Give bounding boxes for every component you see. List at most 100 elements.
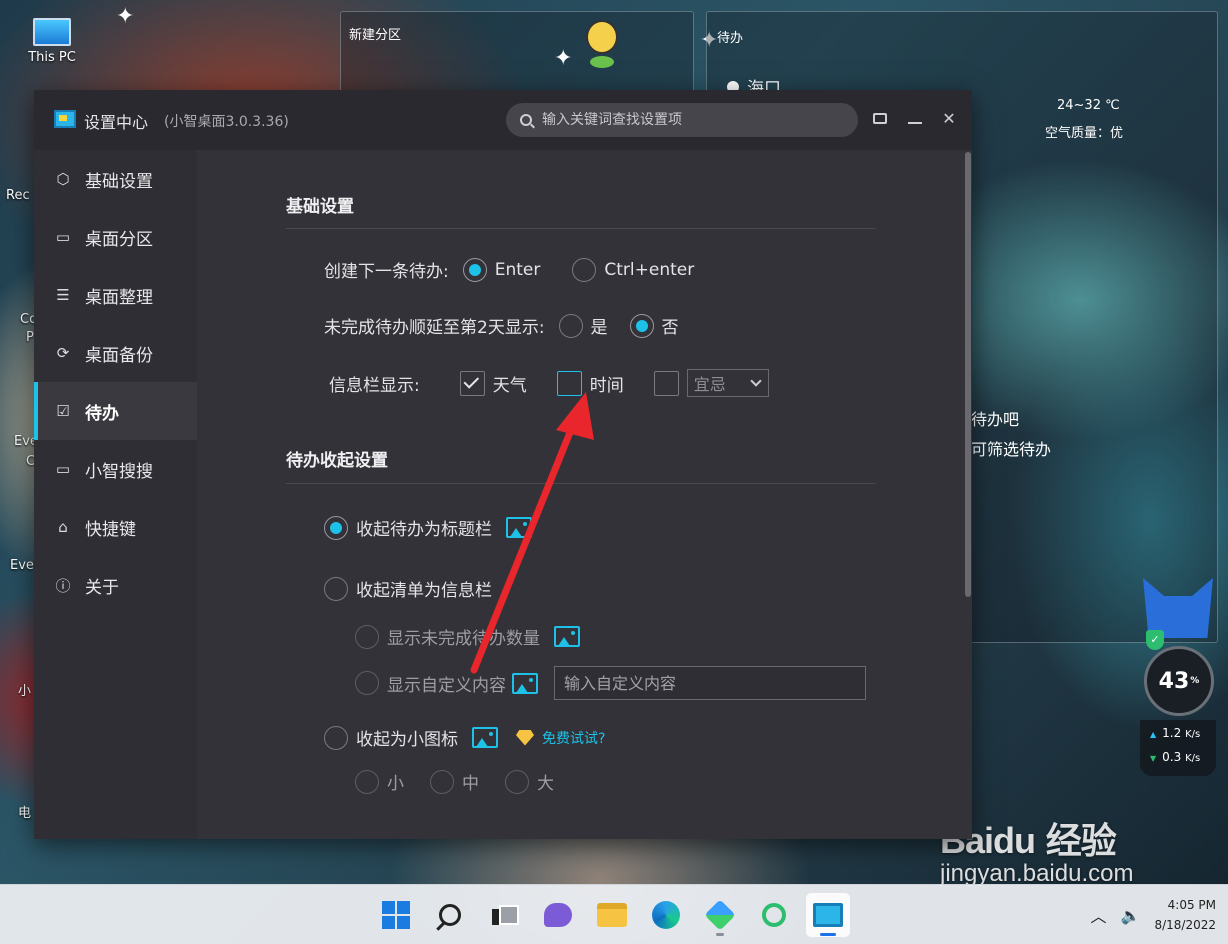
- chat-icon: [544, 903, 572, 927]
- sidebar-item-partition[interactable]: ▭ 桌面分区: [34, 208, 197, 266]
- radio-show-count-label[interactable]: 显示未完成待办数量: [387, 624, 540, 649]
- checkbox-time-label[interactable]: 时间: [590, 371, 624, 396]
- monitor-icon: ▭: [55, 228, 71, 246]
- icon-size-row: 小 中 大: [355, 769, 554, 794]
- radio-ctrl-enter-label[interactable]: Ctrl+enter: [604, 260, 694, 280]
- sidebar-item-basic[interactable]: ⬡ 基础设置: [34, 150, 197, 208]
- checkbox-almanac[interactable]: [653, 370, 679, 396]
- chevron-up-icon[interactable]: ︿: [1091, 903, 1107, 927]
- minimize-button[interactable]: [904, 108, 926, 130]
- sidebar-item-backup[interactable]: ⟳ 桌面备份: [34, 324, 197, 382]
- app-diamond-button[interactable]: [698, 893, 742, 937]
- radio-ctrl-enter[interactable]: [572, 257, 597, 282]
- image-preview-icon[interactable]: [506, 517, 532, 538]
- custom-content-input[interactable]: [554, 666, 866, 700]
- todo-hint-text: 待办吧: [971, 410, 1020, 429]
- app-ring-button[interactable]: [752, 893, 796, 937]
- scrollbar[interactable]: [964, 150, 972, 839]
- collapse-infobar-row: 收起清单为信息栏: [324, 576, 492, 601]
- checkbox-time[interactable]: [556, 370, 582, 396]
- radio-show-count[interactable]: [355, 624, 379, 649]
- app-ring-icon: [762, 903, 786, 927]
- radio-size-medium[interactable]: [430, 769, 454, 794]
- divider: [286, 228, 876, 229]
- sidebar-item-search[interactable]: ▭ 小智搜搜: [34, 440, 197, 498]
- download-arrow-icon: ▼: [1150, 754, 1157, 763]
- fence-new-partition[interactable]: 新建分区: [340, 11, 694, 101]
- radio-defer-yes[interactable]: [558, 313, 583, 338]
- close-button[interactable]: ✕: [938, 108, 960, 130]
- taskbar: ︿ 🔈 4:05 PM 8/18/2022: [0, 884, 1228, 944]
- search-button[interactable]: [428, 893, 472, 937]
- checkbox-weather-label[interactable]: 天气: [493, 371, 527, 396]
- radio-defer-yes-label[interactable]: 是: [591, 313, 608, 338]
- app-diamond-icon: [704, 899, 736, 931]
- sidebar-item-label: 桌面整理: [85, 287, 153, 308]
- free-trial-link[interactable]: 免费试试?: [542, 728, 605, 748]
- radio-collapse-titlebar-label[interactable]: 收起待办为标题栏: [356, 515, 492, 540]
- list-icon: ☰: [56, 286, 70, 304]
- info-icon: ⓘ: [55, 576, 71, 595]
- radio-show-custom[interactable]: [355, 671, 379, 695]
- fence-title: 新建分区: [349, 28, 402, 43]
- xiaozhi-desktop-icon: [813, 903, 843, 927]
- scrollbar-thumb[interactable]: [965, 152, 971, 597]
- radio-collapse-icon[interactable]: [324, 725, 348, 750]
- radio-show-custom-label[interactable]: 显示自定义内容: [387, 671, 506, 696]
- settings-search[interactable]: [506, 103, 858, 137]
- image-preview-icon[interactable]: [472, 727, 498, 748]
- sparkle-decoration: ✦: [554, 46, 573, 71]
- radio-defer-no[interactable]: [629, 313, 654, 338]
- sparkle-decoration: ✦: [116, 4, 135, 29]
- task-view-button[interactable]: [482, 893, 526, 937]
- network-speeds: ▲ 1.2 K/s ▼ 0.3 K/s: [1140, 720, 1216, 776]
- shield-check-icon: ✓: [1146, 630, 1164, 650]
- desktop-icon-label[interactable]: Eve: [10, 558, 34, 573]
- desktop-icon-label[interactable]: Rec: [6, 188, 30, 203]
- radio-size-small-label[interactable]: 小: [387, 769, 404, 794]
- sidebar-item-shortcuts[interactable]: ⌂ 快捷键: [34, 498, 197, 556]
- radio-size-large[interactable]: [505, 769, 529, 794]
- vip-gem-icon: [516, 729, 534, 746]
- this-pc-desktop-icon[interactable]: This PC: [22, 18, 82, 65]
- weather-air-quality: 空气质量：优: [1045, 126, 1124, 141]
- radio-size-small[interactable]: [355, 769, 379, 794]
- start-button[interactable]: [374, 893, 418, 937]
- this-pc-label: This PC: [28, 50, 76, 65]
- almanac-select[interactable]: 宜忌: [686, 369, 769, 397]
- radio-collapse-infobar[interactable]: [324, 576, 348, 601]
- radio-size-medium-label[interactable]: 中: [462, 769, 479, 794]
- radio-defer-no-label[interactable]: 否: [662, 313, 679, 338]
- sidebar-item-organize[interactable]: ☰ 桌面整理: [34, 266, 197, 324]
- radio-enter-label[interactable]: Enter: [495, 260, 541, 280]
- radio-collapse-icon-label[interactable]: 收起为小图标: [356, 725, 458, 750]
- chat-button[interactable]: [536, 893, 580, 937]
- volume-icon[interactable]: 🔈: [1121, 906, 1141, 925]
- settings-search-input[interactable]: [542, 112, 832, 128]
- xiaozhi-desktop-button[interactable]: [806, 893, 850, 937]
- feedback-button[interactable]: [869, 108, 891, 130]
- file-explorer-icon: [597, 903, 627, 927]
- clock[interactable]: 4:05 PM 8/18/2022: [1154, 895, 1216, 935]
- radio-collapse-infobar-label[interactable]: 收起清单为信息栏: [356, 576, 492, 601]
- collapse-titlebar-row: 收起待办为标题栏: [324, 515, 532, 540]
- file-explorer-button[interactable]: [590, 893, 634, 937]
- desktop-icon-label[interactable]: 小: [18, 680, 31, 699]
- edge-button[interactable]: [644, 893, 688, 937]
- image-preview-icon[interactable]: [512, 672, 538, 694]
- defer-todo-row: 未完成待办顺延至第2天显示: 是 否: [324, 313, 679, 338]
- sidebar-item-todo[interactable]: ☑ 待办: [34, 382, 197, 440]
- image-preview-icon[interactable]: [554, 626, 580, 647]
- running-indicator: [820, 933, 836, 936]
- network-monitor-widget[interactable]: ✓ 43% ▲ 1.2 K/s ▼ 0.3 K/s: [1140, 578, 1216, 776]
- radio-size-large-label[interactable]: 大: [537, 769, 554, 794]
- checkbox-weather[interactable]: [459, 370, 485, 396]
- title-bar[interactable]: 设置中心 (小智桌面3.0.3.36) ✕: [34, 90, 972, 150]
- desktop-icon-label[interactable]: 电: [18, 802, 31, 821]
- desktop-icon-label[interactable]: P: [26, 330, 34, 345]
- app-logo-icon: [54, 110, 76, 128]
- weather-temperature: 24~32 ℃: [1057, 98, 1120, 113]
- radio-collapse-titlebar[interactable]: [324, 515, 348, 540]
- radio-enter[interactable]: [462, 257, 487, 282]
- sidebar-item-about[interactable]: ⓘ 关于: [34, 556, 197, 614]
